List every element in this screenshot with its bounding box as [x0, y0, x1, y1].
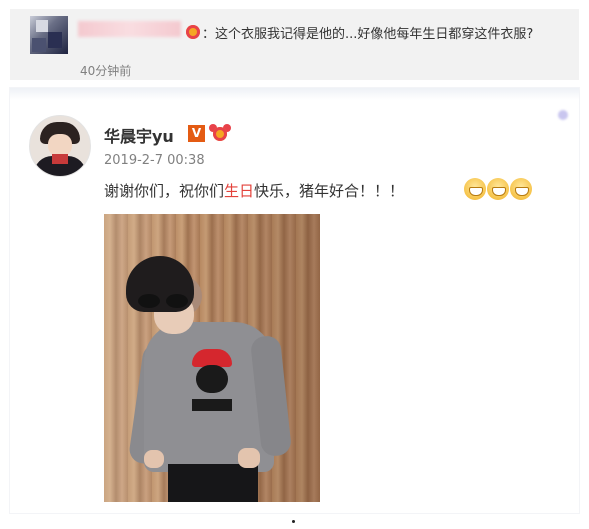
- emoji-group: [464, 178, 532, 200]
- post-photo[interactable]: [104, 214, 320, 502]
- weibo-post: 华晨宇yu V 2019-2-7 00:38 谢谢你们，祝你们生日快乐，猪年好合…: [10, 88, 579, 513]
- badge-icon: [186, 25, 200, 39]
- comment-time[interactable]: 40分钟前: [80, 62, 131, 79]
- post-text-part2: 快乐，猪年好合！！！: [254, 182, 405, 200]
- comment-text: ：这个衣服我记得是他的...好像他每年生日都穿这件衣服?: [202, 27, 534, 42]
- post-text: 谢谢你们，祝你们生日快乐，猪年好合！！！: [104, 180, 404, 201]
- decoration-dot: [558, 110, 568, 120]
- grin-emoji-icon: [510, 178, 532, 200]
- commenter-avatar[interactable]: [30, 16, 68, 54]
- author-name[interactable]: 华晨宇yu: [104, 123, 174, 147]
- member-crown-icon[interactable]: [209, 124, 231, 142]
- comment-card: ：这个衣服我记得是他的...好像他每年生日都穿这件衣服? 40分钟前: [10, 9, 579, 80]
- page-dot: [292, 520, 295, 523]
- grin-emoji-icon: [464, 178, 486, 200]
- post-timestamp[interactable]: 2019-2-7 00:38: [104, 153, 205, 168]
- post-top-shade: [10, 88, 579, 100]
- post-text-highlight[interactable]: 生日: [224, 182, 254, 200]
- grin-emoji-icon: [487, 178, 509, 200]
- post-text-part1: 谢谢你们，祝你们: [104, 182, 225, 200]
- author-avatar[interactable]: [29, 115, 91, 177]
- commenter-name-redacted: [78, 21, 181, 37]
- verified-badge-icon: V: [188, 125, 205, 142]
